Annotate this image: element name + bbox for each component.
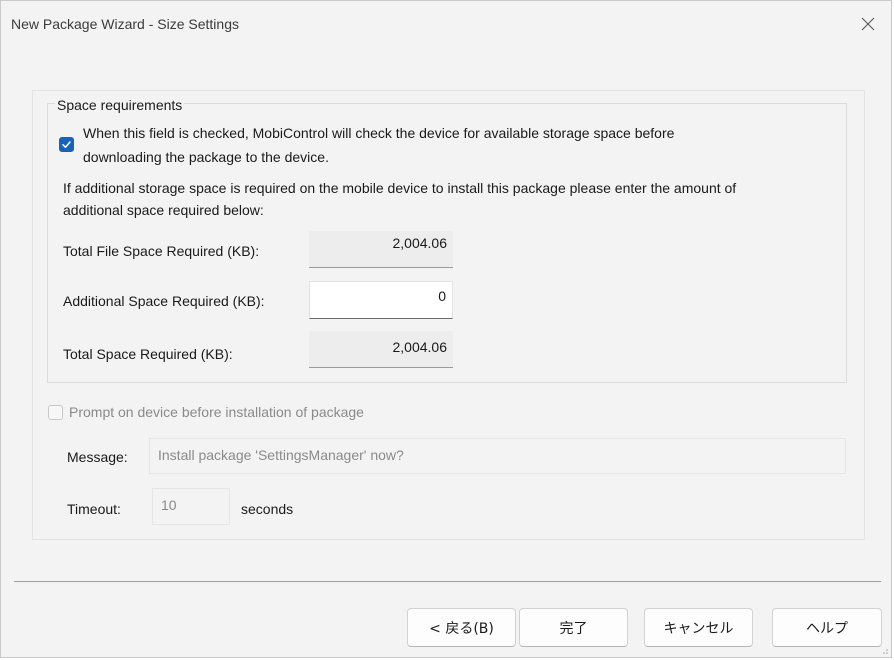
total-file-space-field: 2,004.06: [309, 231, 453, 268]
close-button[interactable]: [853, 9, 883, 39]
total-file-space-label: Total File Space Required (KB):: [63, 243, 260, 259]
resize-grip-icon[interactable]: [879, 645, 889, 655]
info-text-line2: additional space required below:: [63, 202, 264, 218]
additional-space-label: Additional Space Required (KB):: [63, 293, 265, 309]
cancel-button[interactable]: キャンセル: [644, 608, 753, 647]
check-storage-label-line1: When this field is checked, MobiControl …: [83, 125, 675, 141]
additional-space-input[interactable]: 0: [309, 281, 453, 319]
prompt-label: Prompt on device before installation of …: [69, 404, 364, 420]
info-text-line1: If additional storage space is required …: [63, 180, 737, 196]
total-space-field: 2,004.06: [309, 331, 453, 368]
back-button[interactable]: < 戻る(B): [407, 608, 516, 647]
timeout-label: Timeout:: [67, 501, 121, 517]
check-storage-label-line2: downloading the package to the device.: [83, 149, 329, 165]
window-title: New Package Wizard - Size Settings: [11, 16, 239, 32]
prompt-checkbox[interactable]: [48, 405, 63, 420]
check-storage-checkbox[interactable]: [59, 137, 74, 152]
space-requirements-title: Space requirements: [55, 97, 185, 113]
seconds-label: seconds: [241, 501, 294, 517]
footer-separator: [14, 581, 881, 582]
checkmark-icon: [62, 141, 71, 148]
title-bar[interactable]: New Package Wizard - Size Settings: [1, 1, 891, 47]
message-input[interactable]: Install package 'SettingsManager' now?: [149, 438, 846, 474]
message-label: Message:: [67, 449, 128, 465]
total-space-label: Total Space Required (KB):: [63, 346, 233, 362]
timeout-input[interactable]: 10: [152, 488, 230, 525]
close-icon: [861, 17, 875, 31]
help-button[interactable]: ヘルプ: [772, 608, 882, 647]
wizard-window: New Package Wizard - Size Settings Space…: [0, 0, 892, 658]
finish-button[interactable]: 完了: [519, 608, 628, 647]
